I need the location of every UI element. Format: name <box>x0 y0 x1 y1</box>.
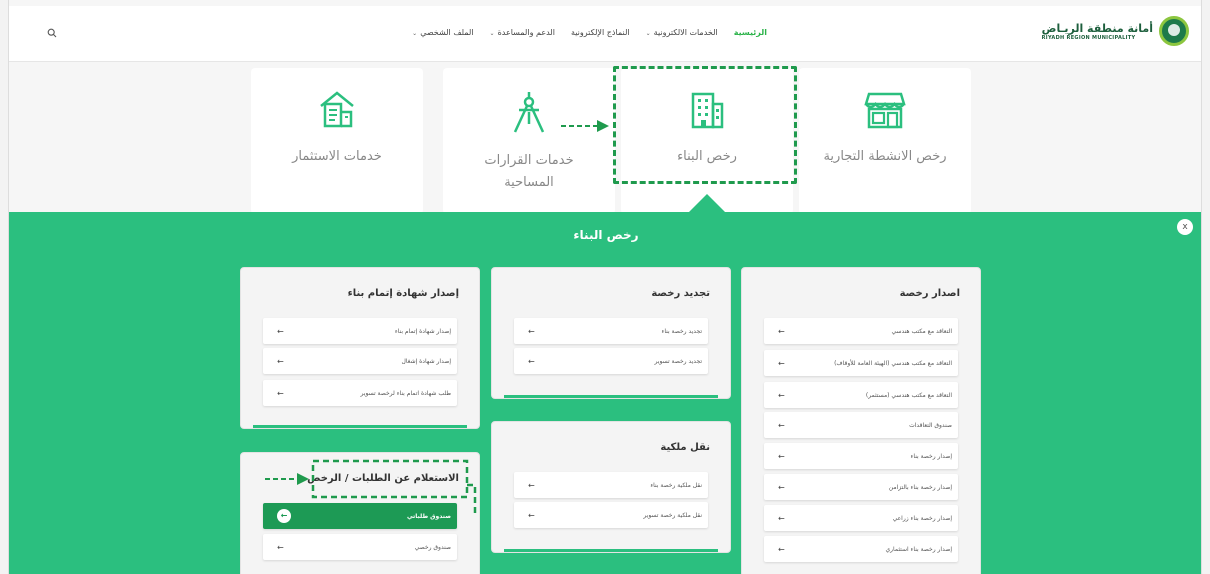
list-item[interactable]: ← صندوق التعاقدات <box>764 412 958 438</box>
arrow-left-icon: ← <box>528 356 535 366</box>
site-logo[interactable]: أمانة منطقة الريـاض RIYADH REGION MUNICI… <box>1042 16 1189 46</box>
list-item[interactable]: ← طلب شهادة اتمام بناء لرخصة تسوير <box>263 380 457 406</box>
compass-icon <box>513 92 545 133</box>
pointer-arrow-icon <box>265 473 309 485</box>
arrow-left-icon: ← <box>778 482 785 492</box>
arrow-left-icon: ← <box>277 388 284 398</box>
arrow-left-icon: ← <box>778 451 785 461</box>
group-issue-permit: اصدار رخصة ← التعاقد مع مكتب هندسي ← التعا… <box>741 267 981 574</box>
list-item[interactable]: ← نقل ملكية رخصة تسوير <box>514 502 708 528</box>
pointer-arrow-icon <box>561 120 609 132</box>
group-underline <box>504 395 718 398</box>
list-item[interactable]: ← إصدار شهادة إتمام بناء <box>263 318 457 344</box>
search-icon[interactable] <box>47 28 57 38</box>
list-item[interactable]: ← تجديد رخصة تسوير <box>514 348 708 374</box>
close-icon[interactable]: x <box>1177 219 1193 235</box>
arrow-left-icon: ← <box>778 390 785 400</box>
store-icon <box>864 92 906 129</box>
logo-text-english: RIYADH REGION MUNICIPALITY <box>1041 34 1136 41</box>
group-title: اصدار رخصة <box>899 288 960 299</box>
highlight-inquiry <box>311 459 477 515</box>
arrow-left-icon: ← <box>778 326 785 336</box>
arrow-left-icon: ← <box>277 509 291 523</box>
list-item[interactable]: ← إصدار رخصة بناء زراعي <box>764 505 958 531</box>
arrow-left-icon: ← <box>528 510 535 520</box>
arrow-left-icon: ← <box>778 513 785 523</box>
service-label: خدمات القرارات المساحية <box>484 153 574 190</box>
arrow-left-icon: ← <box>528 480 535 490</box>
arrow-left-icon: ← <box>277 542 284 552</box>
service-label: خدمات الاستثمار <box>292 149 382 164</box>
nav-eservices[interactable]: الخدمات الالكترونية⌄ <box>646 28 718 37</box>
nav-home[interactable]: الرئيسية <box>734 28 767 37</box>
nav-support[interactable]: الدعم والمساعدة⌄ <box>490 28 555 37</box>
chevron-down-icon: ⌄ <box>489 30 495 37</box>
arrow-left-icon: ← <box>778 420 785 430</box>
list-item[interactable]: ← التعاقد مع مكتب هندسي (الهيئة العامة لل… <box>764 350 958 376</box>
nav-profile-label: الملف الشخصي <box>420 28 474 37</box>
list-item[interactable]: ← إصدار رخصة بناء بالتزامن <box>764 474 958 500</box>
service-card-survey-decisions[interactable]: خدمات القرارات المساحية <box>443 68 615 214</box>
app-frame: أمانة منطقة الريـاض RIYADH REGION MUNICI… <box>8 0 1202 574</box>
list-item[interactable]: ← إصدار شهادة إشغال <box>263 348 457 374</box>
nav-support-label: الدعم والمساعدة <box>497 28 555 37</box>
main-nav: الرئيسية الخدمات الالكترونية⌄ النماذج ال… <box>412 28 767 37</box>
group-renew-permit: تجديد رخصة ← تجديد رخصة بناء ← تجديد رخصة … <box>491 267 731 399</box>
arrow-left-icon: ← <box>528 326 535 336</box>
nav-profile[interactable]: الملف الشخصي⌄ <box>412 28 473 37</box>
group-transfer-ownership: نقل ملكية ← نقل ملكية رخصة بناء ← نقل ملكي… <box>491 421 731 553</box>
list-item[interactable]: ← التعاقد مع مكتب هندسي <box>764 318 958 344</box>
logo-text-arabic: أمانة منطقة الريـاض <box>1041 21 1153 35</box>
chevron-down-icon: ⌄ <box>645 30 651 37</box>
service-card-investment[interactable]: خدمات الاستثمار <box>251 68 423 214</box>
list-item[interactable]: ← تجديد رخصة بناء <box>514 318 708 344</box>
group-underline <box>253 425 467 428</box>
service-card-commercial[interactable]: رخص الانشطة التجارية <box>799 68 971 214</box>
group-completion-certificate: إصدار شهادة إتمام بناء ← إصدار شهادة إتما… <box>240 267 480 429</box>
investment-icon <box>320 91 354 128</box>
nav-eservices-label: الخدمات الالكترونية <box>653 28 718 37</box>
arrow-left-icon: ← <box>277 326 284 336</box>
list-item[interactable]: ← صندوق رخصي <box>263 534 457 560</box>
panel-pointer <box>689 194 725 212</box>
nav-eforms[interactable]: النماذج الإلكترونية <box>571 28 630 37</box>
list-item[interactable]: ← إصدار رخصة بناء <box>764 443 958 469</box>
logo-emblem-icon <box>1159 16 1189 46</box>
list-item[interactable]: ← التعاقد مع مكتب هندسي (مستثمر) <box>764 382 958 408</box>
group-title: نقل ملكية <box>660 442 710 453</box>
list-item[interactable]: ← إصدار رخصة بناء استثماري <box>764 536 958 562</box>
close-label: x <box>1182 222 1188 232</box>
arrow-left-icon: ← <box>778 358 785 368</box>
list-item[interactable]: ← نقل ملكية رخصة بناء <box>514 472 708 498</box>
chevron-down-icon: ⌄ <box>412 30 418 37</box>
group-underline <box>504 549 718 552</box>
arrow-left-icon: ← <box>277 356 284 366</box>
panel-title: رخص البناء <box>573 228 639 242</box>
highlight-box-building-permits <box>613 66 797 184</box>
top-header: أمانة منطقة الريـاض RIYADH REGION MUNICI… <box>9 6 1201 62</box>
group-title: إصدار شهادة إتمام بناء <box>347 288 459 299</box>
group-title: تجديد رخصة <box>651 288 710 299</box>
service-label: رخص الانشطة التجارية <box>823 149 947 164</box>
arrow-left-icon: ← <box>778 544 785 554</box>
